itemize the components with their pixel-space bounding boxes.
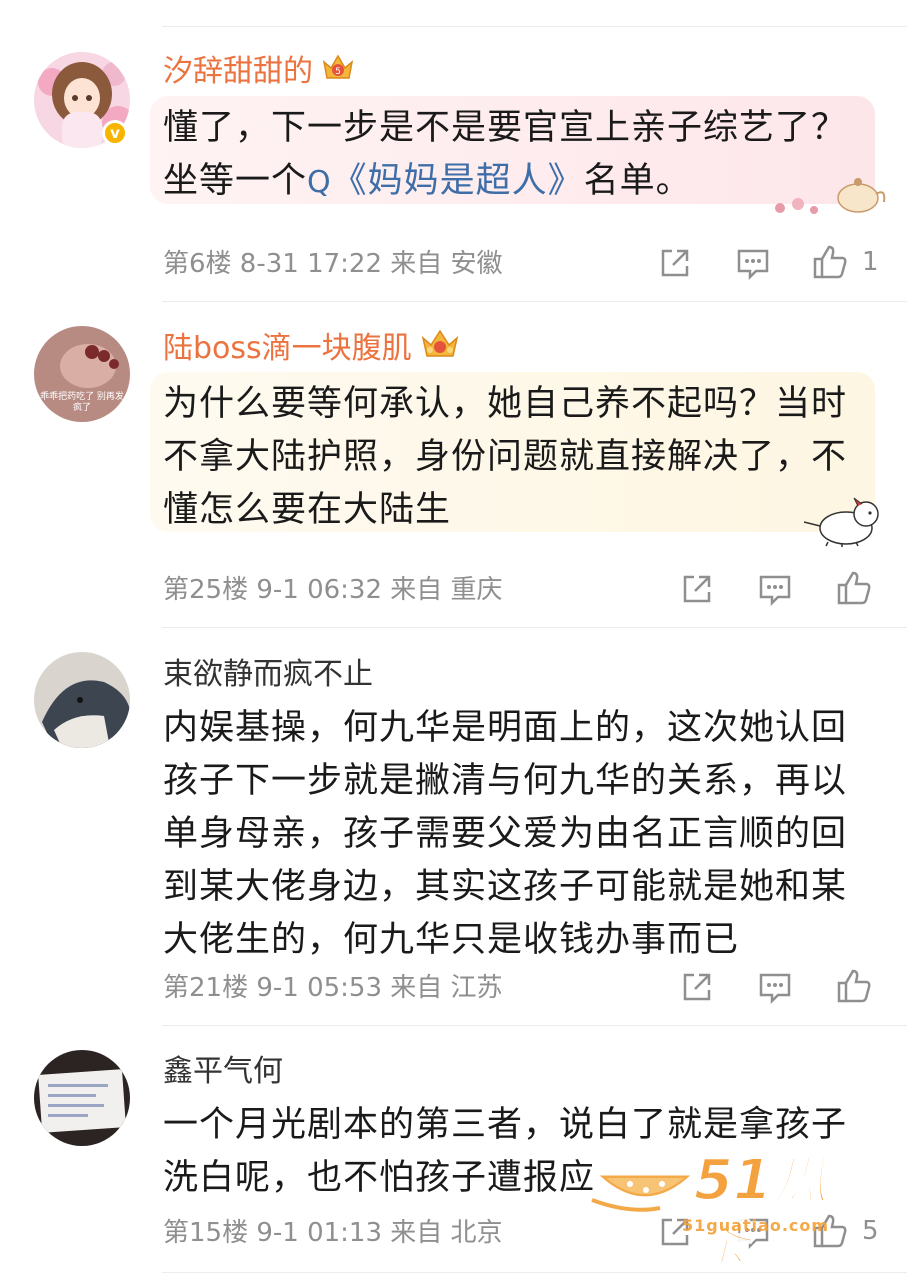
- username-text: 陆boss滴一块腹肌: [163, 331, 412, 366]
- share-icon: [683, 575, 711, 603]
- like-count: 1: [862, 247, 879, 277]
- verified-badge-icon: v: [102, 120, 128, 146]
- username[interactable]: 汐辞甜甜的 5: [163, 52, 355, 93]
- share-button[interactable]: [658, 246, 692, 280]
- share-button[interactable]: [680, 572, 714, 606]
- comment-meta: 第6楼 8-31 17:22 来自 安徽: [163, 249, 503, 279]
- topic-link[interactable]: Q《妈妈是超人》: [307, 161, 584, 201]
- username[interactable]: 束欲静而疯不止: [163, 655, 373, 695]
- comment-meta: 第21楼 9-1 05:53 来自 江苏: [163, 973, 503, 1003]
- share-button[interactable]: [680, 970, 714, 1004]
- divider: [162, 1025, 907, 1026]
- comment-text-part: 名单。: [583, 161, 692, 201]
- like-button[interactable]: [836, 570, 872, 606]
- username[interactable]: 陆boss滴一块腹肌: [163, 328, 460, 371]
- avatar[interactable]: [34, 1050, 130, 1146]
- like-button[interactable]: [836, 968, 872, 1004]
- watermark-logo: 51瓜条 51guatiao.com: [590, 1149, 880, 1275]
- comment-text: 内娱基操，何九华是明面上的，这次她认回孩子下一步就是撇清与何九华的关系，再以单身…: [163, 708, 848, 960]
- comment-text: 为什么要等何承认，她自己养不起吗？当时不拿大陆护照，身份问题就直接解决了，不懂怎…: [163, 384, 848, 530]
- avatar[interactable]: 乖乖把药吃了 别再发疯了: [34, 326, 130, 422]
- comment-text: 懂了，下一步是不是要官宣上亲子综艺了？坐等一个Q《妈妈是超人》名单。: [163, 102, 863, 209]
- watermark-domain: 51guatiao.com: [682, 1216, 830, 1235]
- avatar-caption: 乖乖把药吃了 别再发疯了: [40, 392, 124, 413]
- crown-badge-icon: [420, 328, 460, 371]
- share-icon: [683, 973, 711, 1001]
- comment-button[interactable]: [758, 970, 792, 1004]
- divider: [162, 26, 907, 27]
- avatar[interactable]: [34, 652, 130, 748]
- watermark-brand: 51瓜条: [693, 1148, 829, 1275]
- comment-icon: [759, 575, 791, 606]
- divider: [162, 627, 907, 628]
- comment-icon: [759, 973, 791, 1004]
- username[interactable]: 鑫平气何: [163, 1052, 283, 1092]
- username-text: 汐辞甜甜的: [163, 54, 313, 89]
- comment-meta: 第15楼 9-1 01:13 来自 北京: [163, 1218, 503, 1248]
- search-icon: Q: [307, 165, 332, 200]
- divider: [162, 301, 907, 302]
- comment-meta: 第25楼 9-1 06:32 来自 重庆: [163, 575, 503, 605]
- comment-button[interactable]: [758, 572, 792, 606]
- share-icon: [661, 249, 689, 277]
- comment-icon: [737, 249, 769, 280]
- thumbs-up-icon: [813, 245, 847, 279]
- crown-badge-icon: 5: [321, 52, 355, 93]
- thumbs-up-icon: [837, 969, 871, 1003]
- watermelon-logo-icon: [591, 1172, 698, 1212]
- topic-link-text: 《妈妈是超人》: [331, 161, 584, 201]
- thumbs-up-icon: [837, 571, 871, 605]
- like-button[interactable]: 1: [812, 244, 879, 280]
- svg-text:5: 5: [335, 67, 341, 77]
- comment-button[interactable]: [736, 246, 770, 280]
